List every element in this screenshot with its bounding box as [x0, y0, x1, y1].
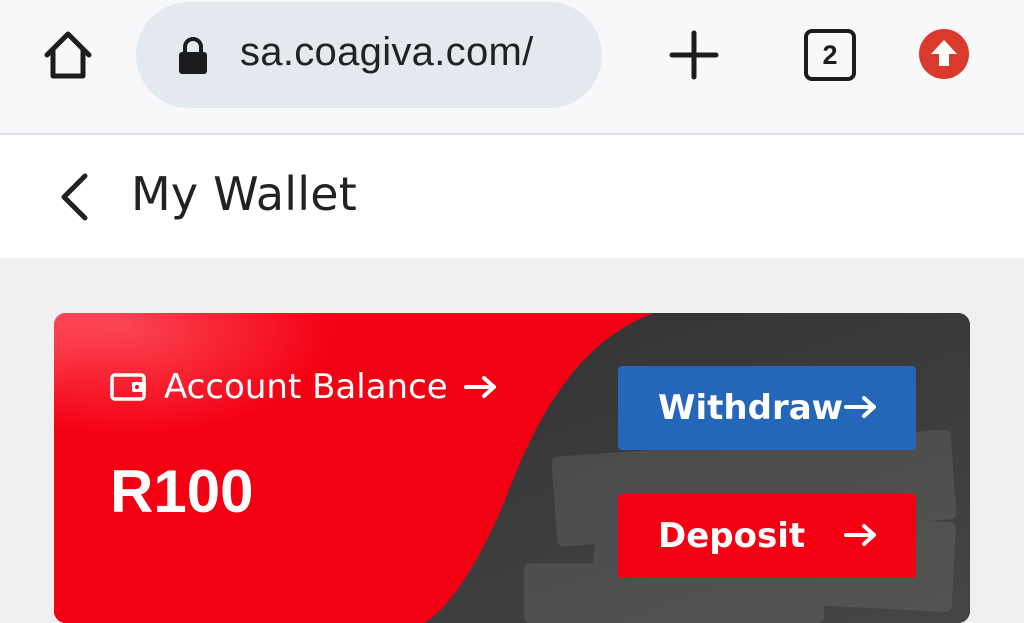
- url-text: sa.coagiva.com/: [240, 30, 534, 74]
- wallet-icon: [110, 373, 146, 401]
- withdraw-button[interactable]: Withdraw: [618, 366, 916, 450]
- withdraw-label: Withdraw: [658, 388, 844, 428]
- arrow-right-icon: [463, 376, 496, 398]
- home-icon: [44, 31, 92, 79]
- browser-toolbar: sa.coagiva.com/ 2: [0, 0, 1024, 135]
- address-bar[interactable]: sa.coagiva.com/: [136, 2, 602, 108]
- arrow-right-icon: [844, 524, 876, 546]
- tabs-switcher-button[interactable]: 2: [802, 28, 858, 82]
- lock-icon: [179, 37, 207, 74]
- home-button[interactable]: [38, 27, 98, 83]
- upload-arrow-icon: [919, 29, 969, 79]
- deposit-button[interactable]: Deposit: [618, 494, 916, 578]
- account-balance-label: Account Balance: [164, 367, 448, 407]
- balance-amount: R100: [110, 458, 254, 525]
- tabs-counter-icon: 2: [804, 29, 856, 81]
- chevron-left-icon: [61, 173, 88, 221]
- page-title: My Wallet: [131, 167, 357, 221]
- back-button[interactable]: [52, 171, 98, 223]
- arrow-right-icon: [844, 396, 876, 418]
- new-tab-button[interactable]: [666, 27, 722, 83]
- balance-label-row[interactable]: Account Balance: [110, 367, 498, 407]
- update-button[interactable]: [916, 26, 972, 82]
- page-header: My Wallet: [0, 135, 1024, 258]
- deposit-label: Deposit: [658, 516, 806, 556]
- plus-icon: [669, 30, 719, 80]
- account-balance-card: Account Balance R100 Withdraw Deposit: [54, 313, 970, 623]
